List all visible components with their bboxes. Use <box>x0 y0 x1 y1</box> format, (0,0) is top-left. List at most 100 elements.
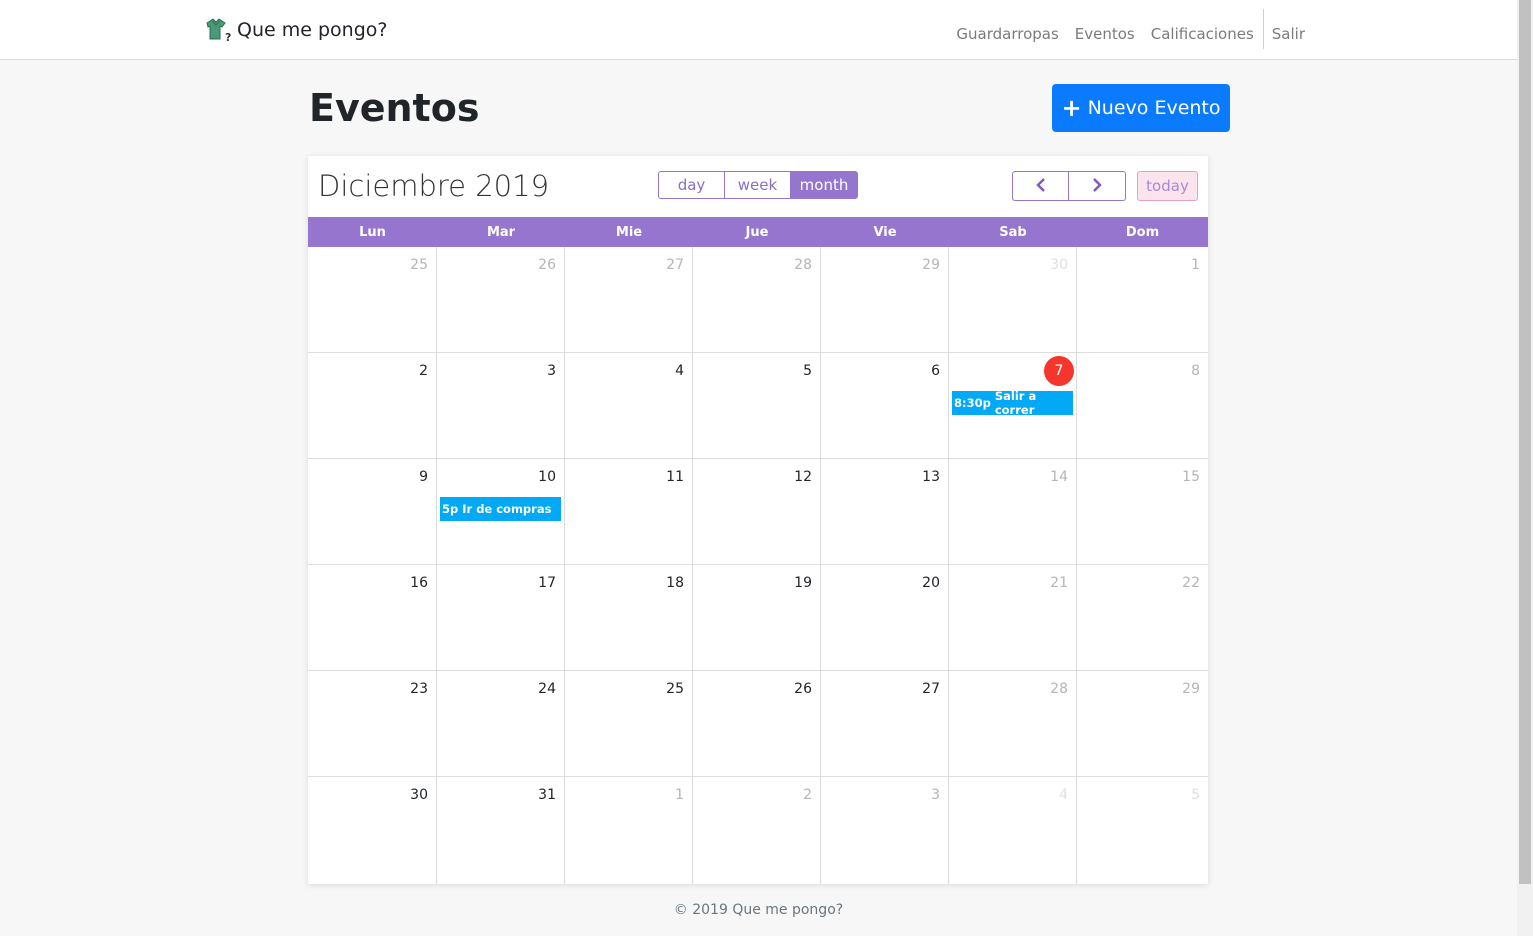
day-number: 16 <box>410 575 428 591</box>
new-event-label: Nuevo Evento <box>1087 97 1221 119</box>
calendar-month-title: Diciembre 2019 <box>318 169 550 203</box>
day-cell[interactable]: 3 <box>821 777 949 884</box>
day-cell[interactable]: 19 <box>693 565 821 671</box>
weekday-header: Lun Mar Mie Jue Vie Sab Dom <box>308 217 1208 247</box>
weekday-label: Jue <box>745 224 769 240</box>
new-event-button[interactable]: + Nuevo Evento <box>1052 84 1230 132</box>
shirt-question-icon: ? <box>203 17 233 44</box>
day-cell[interactable]: 5 <box>693 353 821 459</box>
day-cell[interactable]: 26 <box>693 671 821 777</box>
day-number: 1 <box>675 787 684 803</box>
day-cell[interactable]: 29 <box>1077 671 1208 777</box>
day-cell[interactable]: 18 <box>565 565 693 671</box>
day-cell[interactable]: 13 <box>821 459 949 565</box>
day-number: 3 <box>931 787 940 803</box>
svg-text:?: ? <box>225 31 231 43</box>
day-cell[interactable]: 16 <box>308 565 437 671</box>
next-month-button[interactable] <box>1069 171 1126 201</box>
weekday-label: Dom <box>1125 224 1160 240</box>
day-cell[interactable]: 2 <box>308 353 437 459</box>
day-cell[interactable]: 30 <box>949 247 1077 353</box>
day-cell[interactable]: 28 <box>949 671 1077 777</box>
day-cell[interactable]: 11 <box>565 459 693 565</box>
day-number: 26 <box>538 257 556 273</box>
day-cell[interactable]: 24 <box>437 671 565 777</box>
day-cell[interactable]: 7 8:30p Salir a correr <box>949 353 1077 459</box>
day-cell[interactable]: 1 <box>565 777 693 884</box>
day-cell[interactable]: 20 <box>821 565 949 671</box>
day-cell[interactable]: 31 <box>437 777 565 884</box>
day-cell[interactable]: 25 <box>565 671 693 777</box>
day-number: 5 <box>803 363 812 379</box>
nav-link-calificaciones[interactable]: Calificaciones <box>1151 25 1254 43</box>
today-button[interactable]: today <box>1137 171 1198 201</box>
day-number: 27 <box>666 257 684 273</box>
page-title: Eventos <box>309 86 480 130</box>
day-number: 13 <box>922 469 940 485</box>
day-cell[interactable]: 27 <box>565 247 693 353</box>
calendar-event[interactable]: 8:30p Salir a correr <box>952 389 1073 417</box>
event-time: 5p <box>442 502 459 516</box>
event-title: Ir de compras <box>462 502 552 516</box>
day-cell[interactable]: 1 <box>1077 247 1208 353</box>
day-cell[interactable]: 5 <box>1077 777 1208 884</box>
day-number: 2 <box>419 363 428 379</box>
day-cell[interactable]: 4 <box>949 777 1077 884</box>
day-cell[interactable]: 23 <box>308 671 437 777</box>
prev-month-button[interactable] <box>1012 171 1069 201</box>
day-cell[interactable]: 8 <box>1077 353 1208 459</box>
calendar-event[interactable]: 5p Ir de compras <box>440 497 561 521</box>
weekday-label: Mie <box>615 224 643 240</box>
day-cell[interactable]: 15 <box>1077 459 1208 565</box>
day-number: 23 <box>410 681 428 697</box>
day-cell[interactable]: 6 <box>821 353 949 459</box>
day-cell[interactable]: 3 <box>437 353 565 459</box>
day-cell[interactable]: 2 <box>693 777 821 884</box>
view-month-button[interactable]: month <box>791 171 858 199</box>
logout-link[interactable]: Salir <box>1272 25 1305 43</box>
day-number: 2 <box>803 787 812 803</box>
view-switcher: day week month <box>658 171 858 199</box>
day-number: 1 <box>1191 257 1200 273</box>
day-number: 9 <box>419 469 428 485</box>
week-row: 30 31 1 2 3 4 5 <box>308 777 1208 884</box>
day-cell[interactable]: 12 <box>693 459 821 565</box>
day-cell[interactable]: 17 <box>437 565 565 671</box>
view-week-button[interactable]: week <box>725 171 791 199</box>
day-cell[interactable]: 28 <box>693 247 821 353</box>
day-number: 17 <box>538 575 556 591</box>
day-number: 30 <box>410 787 428 803</box>
today-date-badge: 7 <box>1044 356 1074 386</box>
day-cell[interactable]: 29 <box>821 247 949 353</box>
page-scrollbar[interactable] <box>1517 0 1533 936</box>
weekday-label: Vie <box>873 224 897 240</box>
calendar-navigation <box>1012 171 1126 201</box>
brand-name: Que me pongo? <box>237 19 388 41</box>
nav-link-eventos[interactable]: Eventos <box>1075 25 1135 43</box>
day-cell[interactable]: 9 <box>308 459 437 565</box>
nav-menu: Guardarropas Eventos Calificaciones Sali… <box>956 9 1305 49</box>
day-cell[interactable]: 22 <box>1077 565 1208 671</box>
day-number: 31 <box>538 787 556 803</box>
day-cell[interactable]: 26 <box>437 247 565 353</box>
brand-link[interactable]: ? Que me pongo? <box>203 17 388 44</box>
day-cell[interactable]: 4 <box>565 353 693 459</box>
day-number: 29 <box>922 257 940 273</box>
view-day-button[interactable]: day <box>658 171 725 199</box>
nav-link-guardarropas[interactable]: Guardarropas <box>956 25 1058 43</box>
weekday-label: Mar <box>486 224 516 240</box>
week-row: 23 24 25 26 27 28 29 <box>308 671 1208 777</box>
day-cell[interactable]: 25 <box>308 247 437 353</box>
day-cell[interactable]: 21 <box>949 565 1077 671</box>
day-number: 21 <box>1050 575 1068 591</box>
day-cell[interactable]: 30 <box>308 777 437 884</box>
day-number: 25 <box>666 681 684 697</box>
day-cell[interactable]: 14 <box>949 459 1077 565</box>
day-cell[interactable]: 27 <box>821 671 949 777</box>
day-cell[interactable]: 10 5p Ir de compras <box>437 459 565 565</box>
week-row: 16 17 18 19 20 21 22 <box>308 565 1208 671</box>
scrollbar-thumb[interactable] <box>1519 0 1531 884</box>
day-number: 26 <box>794 681 812 697</box>
day-number: 29 <box>1182 681 1200 697</box>
day-number: 6 <box>931 363 940 379</box>
